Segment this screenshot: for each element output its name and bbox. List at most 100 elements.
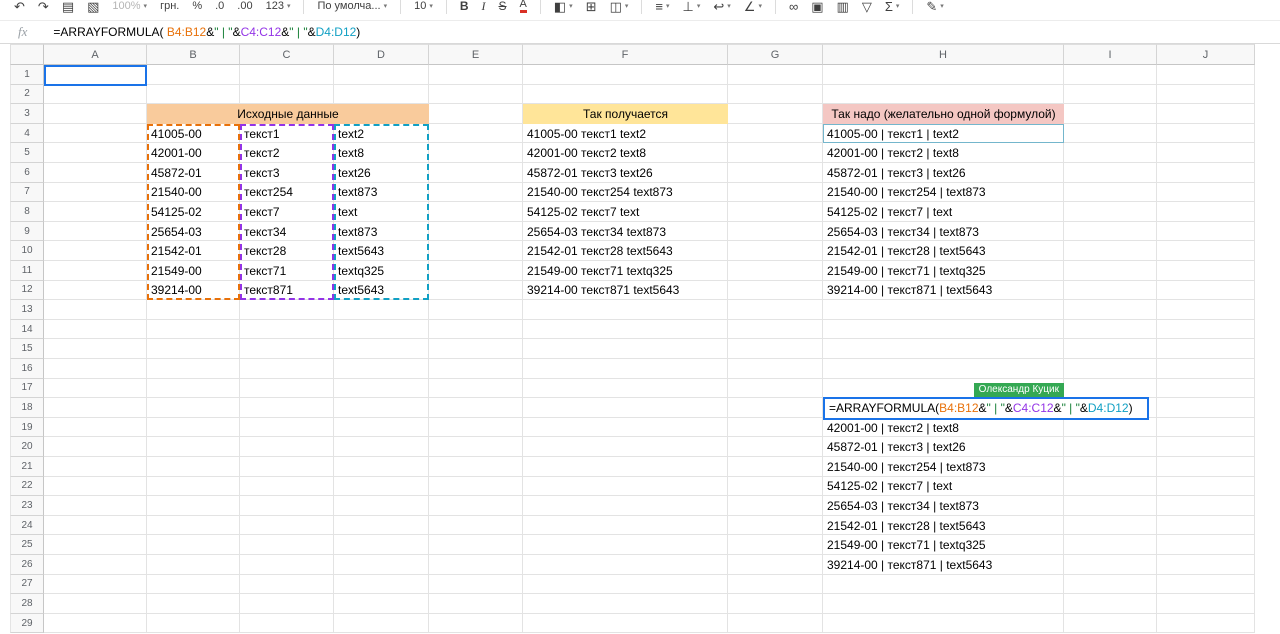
column-header-I[interactable]: I: [1064, 44, 1157, 65]
edit-pen-button[interactable]: ✎ ▾: [926, 0, 943, 13]
row-header-4[interactable]: 4: [10, 123, 44, 144]
row-header-1[interactable]: 1: [10, 65, 44, 85]
strikethrough-button[interactable]: S: [499, 0, 507, 12]
cell-H21[interactable]: 21540-00 | текст254 | text873: [823, 457, 1064, 477]
cell-F5[interactable]: 42001-00 текст2 text8: [523, 143, 728, 163]
filter-button[interactable]: ▽: [862, 0, 872, 13]
text-wrap-button[interactable]: ↩ ▾: [713, 0, 730, 13]
desired-result-header[interactable]: Так надо (желательно одной формулой): [823, 104, 1064, 124]
cell-F11[interactable]: 21549-00 текст71 textq325: [523, 261, 728, 281]
insert-chart-button[interactable]: ▥: [837, 0, 849, 13]
column-header-B[interactable]: B: [147, 44, 240, 65]
percent-format-button[interactable]: %: [192, 0, 202, 12]
row-header-11[interactable]: 11: [10, 261, 44, 281]
column-header-C[interactable]: C: [240, 44, 334, 65]
row-header-13[interactable]: 13: [10, 300, 44, 320]
row-header-25[interactable]: 25: [10, 535, 44, 555]
cell-F7[interactable]: 21540-00 текст254 text873: [523, 183, 728, 203]
paint-format-button[interactable]: ▧: [87, 0, 99, 13]
cell-editor[interactable]: =ARRAYFORMULA( B4:B12 & " | " & C4:C12 & " | "…: [823, 397, 1149, 420]
borders-button[interactable]: ⊞: [586, 0, 597, 13]
row-header-27[interactable]: 27: [10, 574, 44, 595]
cell-F9[interactable]: 25654-03 текст34 text873: [523, 222, 728, 242]
cell-H25[interactable]: 21549-00 | текст71 | textq325: [823, 535, 1064, 555]
functions-button[interactable]: Σ ▾: [885, 0, 900, 13]
zoom-select[interactable]: 100% ▾: [112, 0, 147, 12]
print-button[interactable]: ▤: [62, 0, 74, 13]
row-header-15[interactable]: 15: [10, 339, 44, 359]
currency-format-button[interactable]: грн.: [160, 0, 179, 12]
cell-H5[interactable]: 42001-00 | текст2 | text8: [823, 143, 1064, 163]
row-header-22[interactable]: 22: [10, 476, 44, 497]
column-header-A[interactable]: A: [44, 44, 147, 65]
cell-F8[interactable]: 54125-02 текст7 text: [523, 202, 728, 222]
cell-H7[interactable]: 21540-00 | текст254 | text873: [823, 183, 1064, 203]
row-header-14[interactable]: 14: [10, 319, 44, 340]
insert-link-button[interactable]: ∞: [789, 0, 798, 13]
cell-H9[interactable]: 25654-03 | текст34 | text873: [823, 222, 1064, 242]
row-header-19[interactable]: 19: [10, 417, 44, 438]
row-header-21[interactable]: 21: [10, 457, 44, 477]
text-rotation-button[interactable]: ∠ ▾: [744, 0, 762, 13]
cell-H24[interactable]: 21542-01 | текст28 | text5643: [823, 516, 1064, 536]
cell-H26[interactable]: 39214-00 | текст871 | text5643: [823, 555, 1064, 575]
column-header-D[interactable]: D: [334, 44, 429, 65]
row-header-2[interactable]: 2: [10, 84, 44, 105]
row-header-10[interactable]: 10: [10, 241, 44, 261]
row-header-23[interactable]: 23: [10, 496, 44, 516]
row-header-12[interactable]: 12: [10, 280, 44, 301]
cell-F4[interactable]: 41005-00 текст1 text2: [523, 124, 728, 144]
row-header-29[interactable]: 29: [10, 613, 44, 634]
column-header-F[interactable]: F: [523, 44, 728, 65]
horizontal-align-button[interactable]: ≡ ▾: [655, 0, 669, 13]
row-header-6[interactable]: 6: [10, 163, 44, 183]
undo-button[interactable]: ↶: [14, 0, 25, 13]
cell-H6[interactable]: 45872-01 | текст3 | text26: [823, 163, 1064, 183]
more-formats-button[interactable]: 123 ▾: [266, 0, 291, 12]
cell-H8[interactable]: 54125-02 | текст7 | text: [823, 202, 1064, 222]
row-header-26[interactable]: 26: [10, 555, 44, 575]
row-header-17[interactable]: 17: [10, 378, 44, 399]
redo-button[interactable]: ↷: [38, 0, 49, 13]
text-color-button[interactable]: A: [519, 0, 527, 13]
cell-H23[interactable]: 25654-03 | текст34 | text873: [823, 496, 1064, 516]
bold-button[interactable]: B: [460, 0, 469, 12]
vertical-align-button[interactable]: ⊥ ▾: [683, 0, 701, 13]
column-header-G[interactable]: G: [728, 44, 823, 65]
cell-H20[interactable]: 45872-01 | текст3 | text26: [823, 437, 1064, 457]
row-header-9[interactable]: 9: [10, 221, 44, 242]
row-header-8[interactable]: 8: [10, 202, 44, 222]
row-header-5[interactable]: 5: [10, 143, 44, 163]
italic-button[interactable]: I: [482, 0, 486, 12]
gridline-h: [44, 632, 1255, 634]
select-all-corner[interactable]: [10, 44, 44, 65]
insert-image-button[interactable]: ▣: [811, 0, 823, 13]
font-size-select[interactable]: 10 ▾: [414, 0, 433, 12]
current-result-header[interactable]: Так получается: [523, 104, 728, 124]
cell-H12[interactable]: 39214-00 | текст871 | text5643: [823, 281, 1064, 301]
fill-color-button[interactable]: ◧ ▾: [554, 0, 573, 13]
cell-H10[interactable]: 21542-01 | текст28 | text5643: [823, 241, 1064, 261]
source-data-header[interactable]: Исходные данные: [147, 104, 429, 124]
row-header-24[interactable]: 24: [10, 515, 44, 536]
column-header-E[interactable]: E: [429, 44, 523, 65]
decrease-decimal-button[interactable]: .0: [215, 0, 224, 12]
merge-cells-button[interactable]: ◫ ▾: [610, 0, 629, 13]
row-header-28[interactable]: 28: [10, 594, 44, 614]
cell-H11[interactable]: 21549-00 | текст71 | textq325: [823, 261, 1064, 281]
increase-decimal-button[interactable]: .00: [237, 0, 252, 12]
row-header-3[interactable]: 3: [10, 104, 44, 124]
row-header-18[interactable]: 18: [10, 398, 44, 418]
row-header-20[interactable]: 20: [10, 437, 44, 457]
row-header-7[interactable]: 7: [10, 182, 44, 203]
font-select[interactable]: По умолча... ▾: [317, 0, 387, 12]
cell-F6[interactable]: 45872-01 текст3 text26: [523, 163, 728, 183]
column-header-H[interactable]: H: [823, 44, 1064, 65]
cell-H19[interactable]: 42001-00 | текст2 | text8: [823, 418, 1064, 438]
cell-F10[interactable]: 21542-01 текст28 text5643: [523, 241, 728, 261]
row-header-16[interactable]: 16: [10, 359, 44, 379]
column-header-J[interactable]: J: [1157, 44, 1255, 65]
cell-H22[interactable]: 54125-02 | текст7 | text: [823, 477, 1064, 497]
cell-F12[interactable]: 39214-00 текст871 text5643: [523, 281, 728, 301]
formula-input[interactable]: =ARRAYFORMULA( B4:B12&" | "&C4:C12&" | "…: [53, 25, 360, 39]
